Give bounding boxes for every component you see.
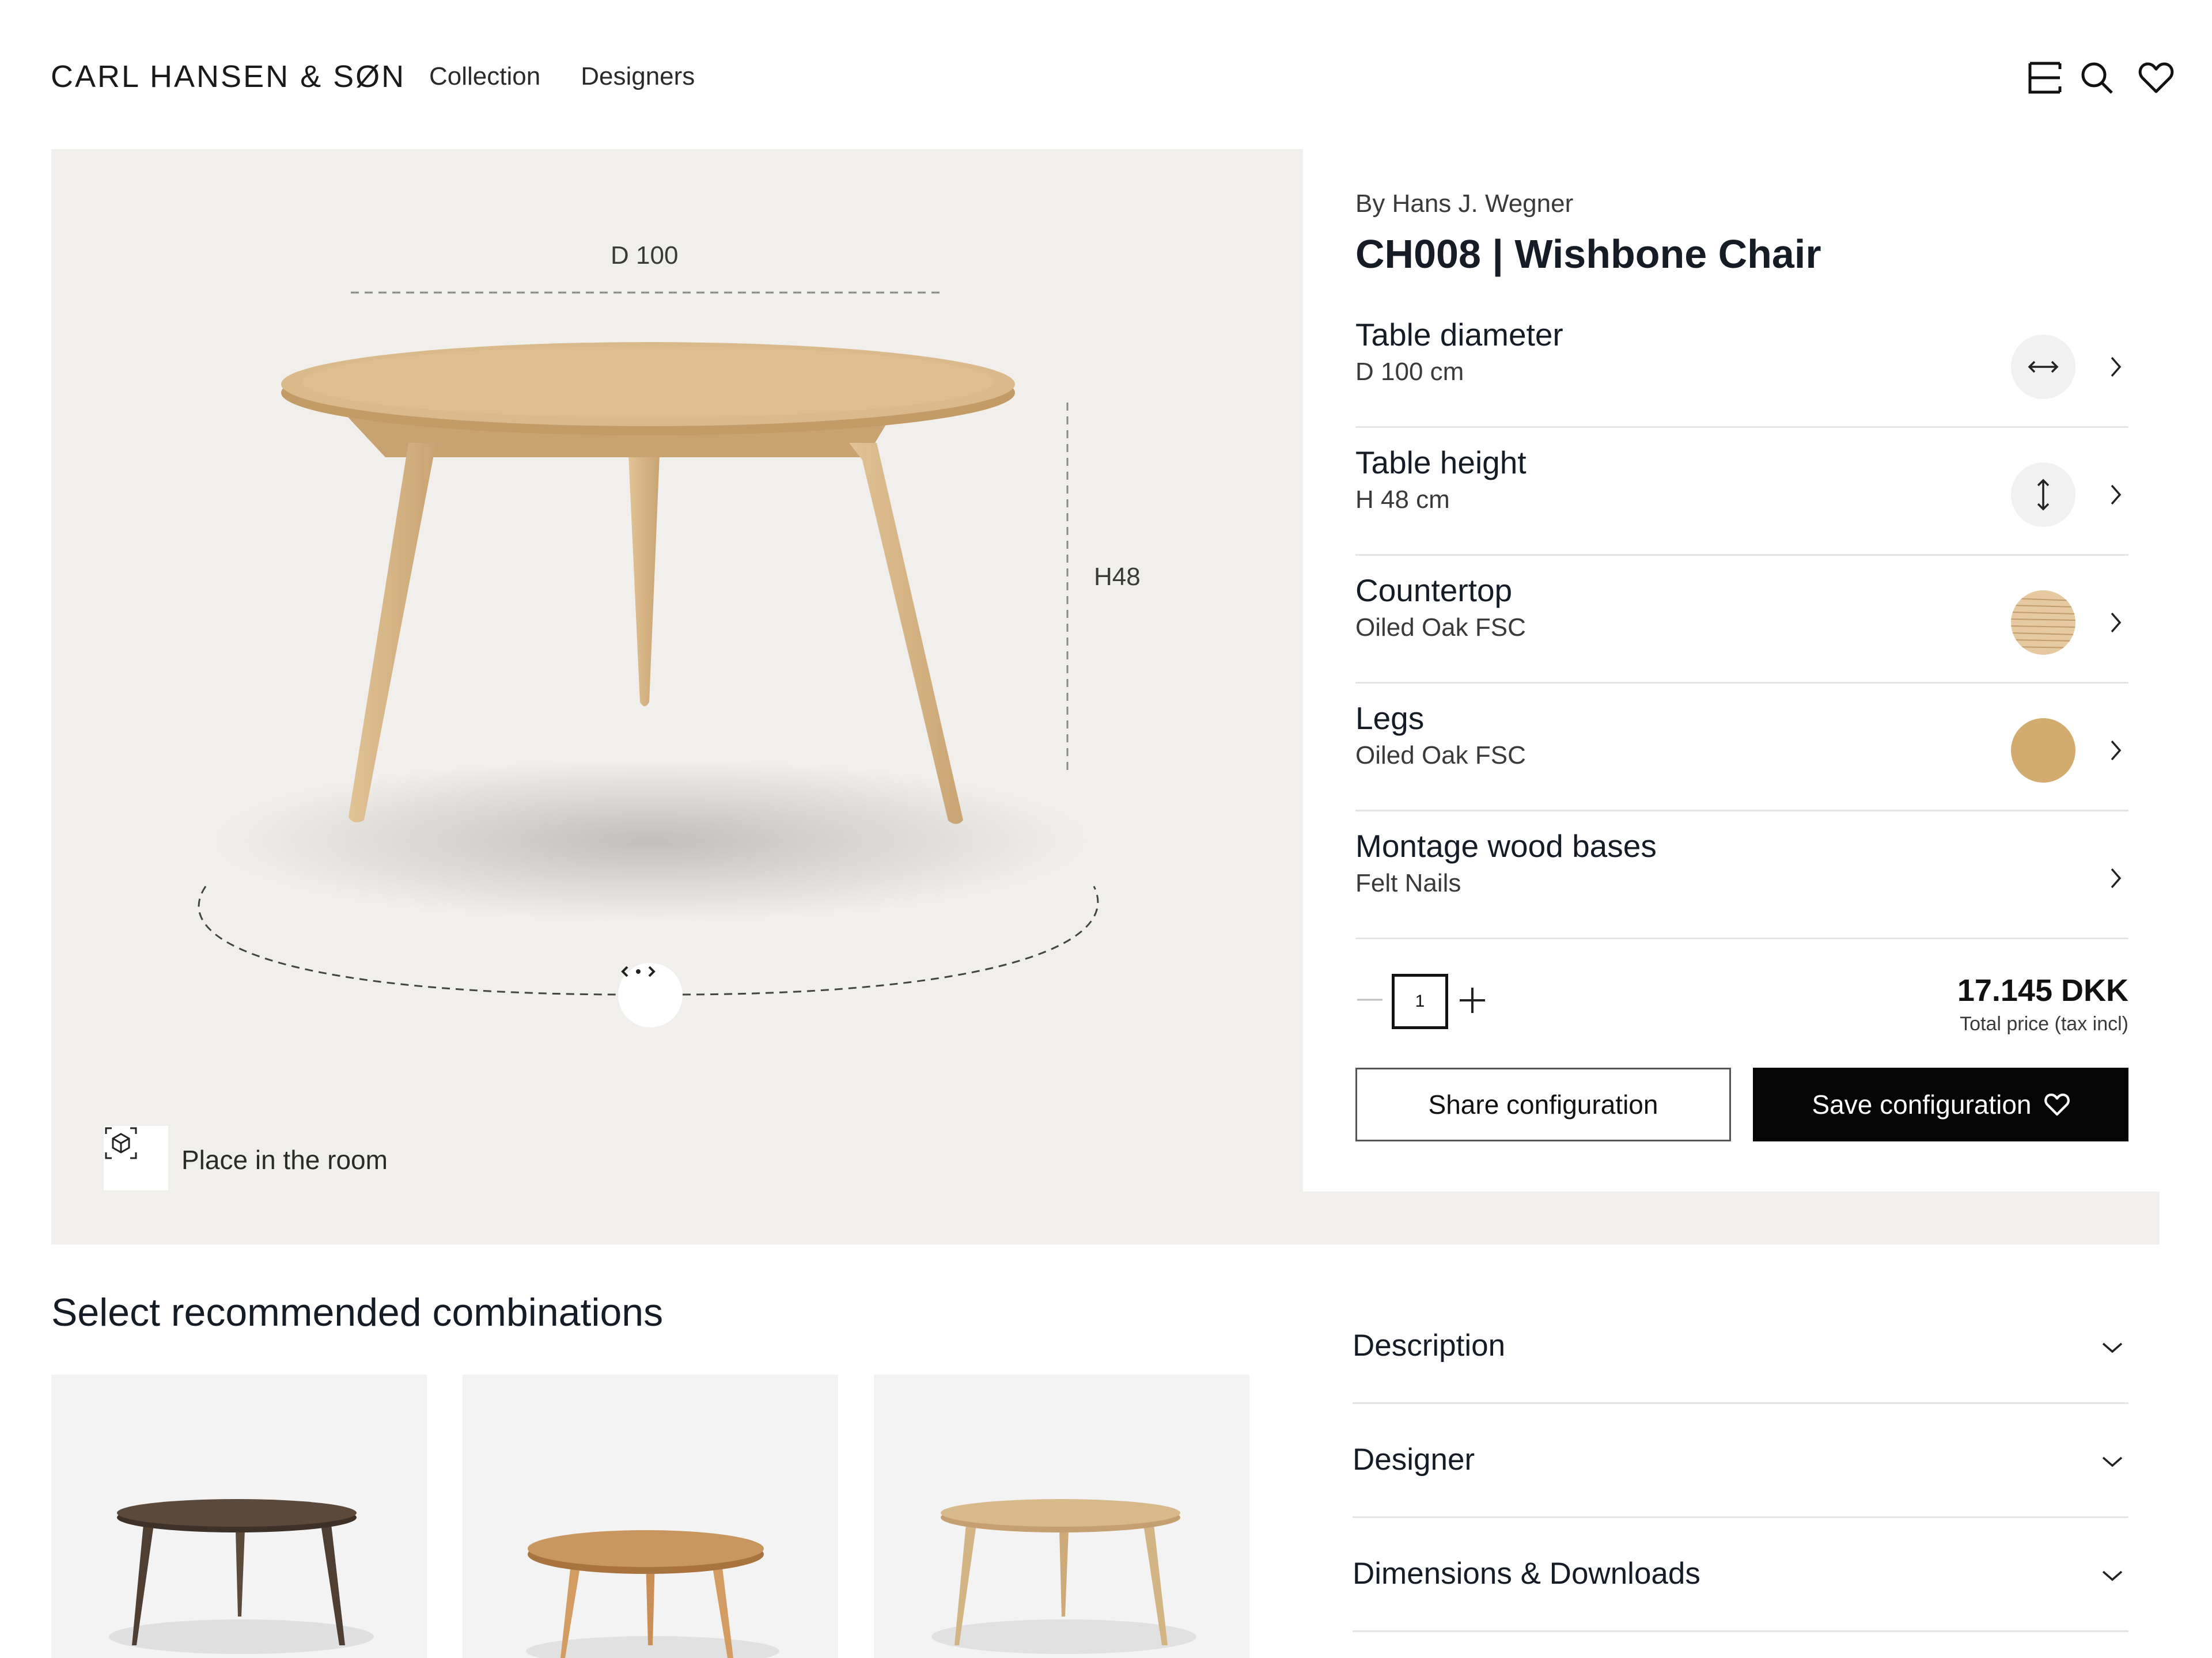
quantity-increase-button[interactable] — [1456, 984, 1488, 1016]
horizontal-arrows-icon — [2011, 335, 2075, 399]
rotate-arrows-icon[interactable] — [618, 963, 683, 1027]
heart-icon — [2044, 1093, 2070, 1116]
main-nav: Collection Designers — [429, 62, 695, 91]
recommendation-card-oak[interactable] — [874, 1375, 1249, 1658]
option-montage-wood-bases[interactable]: Montage wood bases Felt Nails — [1355, 811, 2128, 939]
chevron-right-icon — [2099, 350, 2133, 384]
option-legs[interactable]: Legs Oiled Oak FSC — [1355, 684, 2128, 811]
option-table-diameter[interactable]: Table diameter D 100 cm — [1355, 300, 2128, 428]
share-label: Share configuration — [1428, 1090, 1658, 1120]
accordion-label: Dimensions & Downloads — [1353, 1557, 1700, 1591]
height-label: H48 — [1094, 563, 1141, 591]
heart-icon[interactable] — [2136, 58, 2176, 98]
total-price: 17.145 DKK — [1957, 973, 2128, 1008]
chevron-down-icon — [2096, 1445, 2128, 1478]
chevron-right-icon — [2099, 605, 2133, 640]
option-value: Felt Nails — [1355, 869, 1461, 897]
save-label: Save configuration — [1812, 1090, 2032, 1120]
option-title: Montage wood bases — [1355, 828, 1657, 864]
option-title: Table height — [1355, 445, 1527, 480]
table-render — [198, 291, 1099, 996]
recommendation-card-cherry[interactable] — [463, 1375, 838, 1658]
place-in-room-label[interactable]: Place in the room — [181, 1144, 388, 1175]
option-table-height[interactable]: Table height H 48 cm — [1355, 428, 2128, 556]
oak-grain-swatch — [2011, 590, 2075, 655]
chevron-down-icon — [2096, 1560, 2128, 1592]
diameter-label: D 100 — [611, 241, 679, 270]
accordion-dimensions-downloads[interactable]: Dimensions & Downloads — [1353, 1518, 2128, 1632]
option-title: Legs — [1355, 700, 1425, 736]
accordion-description[interactable]: Description — [1353, 1290, 2128, 1404]
quantity-input[interactable]: 1 — [1392, 974, 1448, 1029]
chevron-right-icon — [2099, 733, 2133, 768]
share-configuration-button[interactable]: Share configuration — [1355, 1068, 1731, 1141]
designer-credit[interactable]: By Hans J. Wegner — [1355, 189, 1573, 218]
vertical-arrows-icon — [2011, 462, 2075, 527]
product-viewer[interactable]: D 100 H48 Place in the room — [51, 149, 1303, 1192]
product-title: CH008 | Wishbone Chair — [1355, 232, 1821, 276]
configurator-panel: By Hans J. Wegner CH008 | Wishbone Chair… — [1303, 149, 2160, 1192]
nav-collection[interactable]: Collection — [429, 62, 540, 91]
table-thumbnail — [526, 1530, 779, 1658]
accordion-designer[interactable]: Designer — [1353, 1404, 2128, 1518]
option-value: Oiled Oak FSC — [1355, 613, 1526, 642]
quantity-decrease-button[interactable] — [1355, 985, 1384, 1014]
option-title: Table diameter — [1355, 317, 1563, 352]
menu-icon[interactable] — [2025, 58, 2065, 98]
option-value: Oiled Oak FSC — [1355, 741, 1526, 769]
option-value: H 48 cm — [1355, 485, 1450, 514]
oak-swatch — [2011, 718, 2075, 783]
recommendations-title: Select recommended combinations — [51, 1291, 664, 1334]
nav-designers[interactable]: Designers — [581, 62, 695, 91]
save-configuration-button[interactable]: Save configuration — [1753, 1068, 2128, 1141]
option-title: Countertop — [1355, 572, 1513, 608]
accordion-label: Description — [1353, 1329, 1506, 1363]
option-countertop[interactable]: Countertop Oiled Oak FSC — [1355, 556, 2128, 684]
price-note: Total price (tax incl) — [1960, 1013, 2128, 1035]
recommendation-card-smoked-oak[interactable] — [51, 1375, 427, 1658]
table-thumbnail — [109, 1499, 374, 1654]
chevron-down-icon — [2096, 1331, 2128, 1364]
option-value: D 100 cm — [1355, 358, 1464, 386]
ar-cube-icon[interactable] — [104, 1126, 168, 1190]
chevron-right-icon — [2099, 861, 2133, 896]
chevron-right-icon — [2099, 477, 2133, 512]
table-thumbnail — [931, 1499, 1196, 1654]
search-icon[interactable] — [2077, 58, 2117, 98]
brand-logo[interactable]: CARL HANSEN & SØN — [51, 59, 406, 94]
accordion-label: Designer — [1353, 1443, 1475, 1477]
site-header: CARL HANSEN & SØN Collection Designers — [0, 0, 2212, 150]
